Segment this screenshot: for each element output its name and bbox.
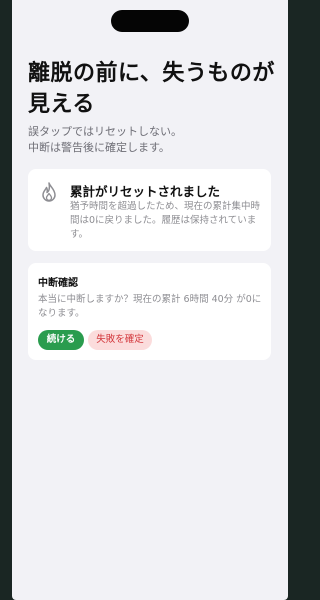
flame-icon	[42, 182, 56, 202]
confirm-failure-button[interactable]: 失敗を確定	[88, 330, 152, 350]
reset-description: 猶予時間を超過したため、現在の累計集中時間は0に戻りました。履歴は保持されていま…	[70, 201, 261, 240]
continue-button[interactable]: 続ける	[38, 330, 84, 350]
interrupt-confirm-card: 中断確認 本当に中断しますか？現在の累計 6時間 40分 が0になります。 続け…	[28, 263, 271, 360]
confirm-description: 本当に中断しますか？現在の累計 6時間 40分 が0になります。	[38, 294, 262, 319]
subtitle-line: 誤タップではリセットしない。	[28, 125, 182, 138]
confirm-title: 中断確認	[38, 278, 78, 289]
page-subtitle: 誤タップではリセットしない。 中断は警告後に確定します。	[28, 124, 278, 156]
reset-notice-card: 累計がリセットされました 猶予時間を超過したため、現在の累計集中時間は0に戻りま…	[28, 169, 271, 251]
subtitle-line: 中断は警告後に確定します。	[28, 141, 170, 154]
phone-screen: 離脱の前に、失うものが見える 誤タップではリセットしない。 中断は警告後に確定し…	[12, 0, 288, 600]
reset-title: 累計がリセットされました	[70, 184, 221, 199]
dynamic-island	[111, 10, 189, 32]
page-title: 離脱の前に、失うものが見える	[28, 61, 275, 117]
